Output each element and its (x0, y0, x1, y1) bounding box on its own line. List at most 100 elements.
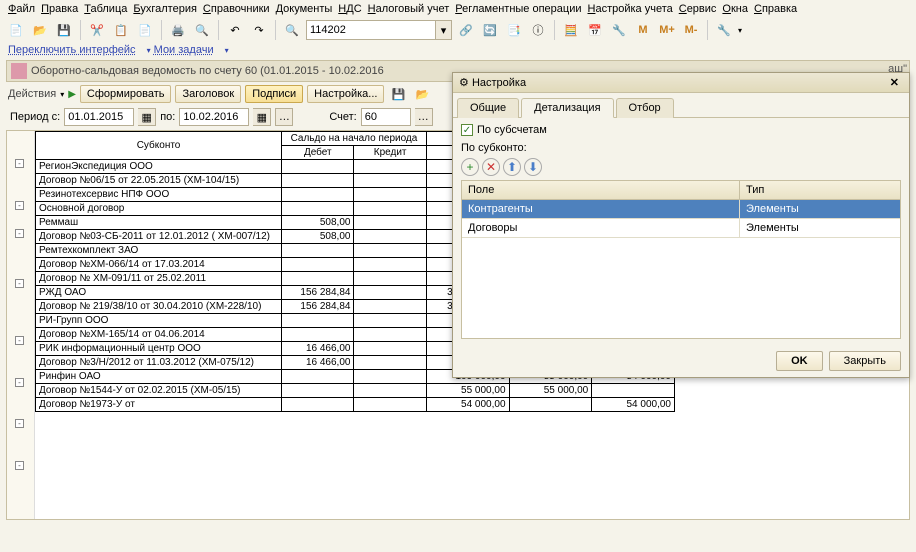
settings-button[interactable]: Настройка... (307, 85, 384, 103)
collapse-node-icon[interactable]: - (15, 419, 24, 428)
cell-credit (354, 286, 426, 300)
cell-subconto: Договор №1973-У от (36, 398, 282, 412)
menu-edit[interactable]: Правка (41, 3, 78, 15)
account-pick-icon[interactable]: … (415, 108, 433, 126)
collapse-node-icon[interactable]: - (15, 279, 24, 288)
print-icon[interactable]: 🖨️ (168, 20, 188, 40)
menu-vat[interactable]: НДС (338, 3, 361, 15)
calc-icon[interactable]: 🧮 (561, 20, 581, 40)
restore-settings-icon[interactable]: 📂 (412, 85, 432, 103)
col-credit: Кредит (354, 146, 426, 160)
save-icon[interactable]: 💾 (54, 20, 74, 40)
panel-title-bar[interactable]: ⚙ Настройка ✕ (453, 73, 909, 93)
search-input[interactable] (306, 20, 436, 40)
collapse-node-icon[interactable]: - (15, 336, 24, 345)
info-icon[interactable]: ⓘ (528, 20, 548, 40)
period-from-input[interactable] (64, 108, 134, 126)
chevron-down-icon[interactable]: ▾ (738, 26, 742, 35)
close-icon[interactable]: ✕ (886, 76, 903, 89)
cell-turn-credit: 55 000,00 (509, 384, 592, 398)
cell-turn-credit (509, 398, 592, 412)
search-dropdown-icon[interactable]: ▾ (436, 20, 452, 40)
move-up-icon[interactable]: ⬆ (503, 158, 521, 176)
account-input[interactable] (361, 108, 411, 126)
tools-icon[interactable]: 🔧 (609, 20, 629, 40)
wrench-icon[interactable]: 🔧 (714, 20, 734, 40)
cut-icon[interactable]: ✂️ (87, 20, 107, 40)
signs-button[interactable]: Подписи (245, 85, 303, 103)
copy2-icon[interactable]: 📑 (504, 20, 524, 40)
mem-m[interactable]: M (633, 20, 653, 40)
menu-accounting[interactable]: Бухгалтерия (133, 3, 197, 15)
period-to-input[interactable] (179, 108, 249, 126)
menu-file[interactable]: Файл (8, 3, 35, 15)
search-icon[interactable]: 🔍 (282, 20, 302, 40)
copy-icon[interactable]: 📋 (111, 20, 131, 40)
new-icon[interactable]: 📄 (6, 20, 26, 40)
undo-icon[interactable]: ↶ (225, 20, 245, 40)
my-tasks-link[interactable]: Мои задачи (154, 44, 214, 56)
close-button[interactable]: Закрыть (829, 351, 901, 371)
menu-help[interactable]: Справка (754, 3, 797, 15)
collapse-node-icon[interactable]: - (15, 229, 24, 238)
menu-windows[interactable]: Окна (722, 3, 748, 15)
menu-table[interactable]: Таблица (84, 3, 127, 15)
chevron-down-icon[interactable]: ▾ (60, 90, 64, 99)
grid-row[interactable]: Договоры Элементы (462, 219, 900, 238)
mem-mplus[interactable]: M+ (657, 20, 677, 40)
switch-interface-link[interactable]: Переключить интерфейс (8, 44, 136, 56)
delete-icon[interactable]: ✕ (482, 158, 500, 176)
tab-filter[interactable]: Отбор (616, 98, 674, 118)
preview-icon[interactable]: 🔍 (192, 20, 212, 40)
menu-references[interactable]: Справочники (203, 3, 270, 15)
collapse-node-icon[interactable]: - (15, 159, 24, 168)
cell-debit (282, 188, 354, 202)
chevron-down-icon[interactable]: ▾ (147, 46, 151, 55)
grid-col-field[interactable]: Поле (462, 181, 740, 199)
cell-credit (354, 356, 426, 370)
mem-mminus[interactable]: M- (681, 20, 701, 40)
menu-account-setup[interactable]: Настройка учета (588, 3, 673, 15)
add-icon[interactable]: + (461, 158, 479, 176)
check-icon: ✓ (461, 124, 473, 136)
tab-general[interactable]: Общие (457, 98, 519, 118)
refresh-icon[interactable]: 🔄 (480, 20, 500, 40)
actions-menu[interactable]: Действия (8, 88, 56, 100)
save-settings-icon[interactable]: 💾 (388, 85, 408, 103)
redo-icon[interactable]: ↷ (249, 20, 269, 40)
menu-tax[interactable]: Налоговый учет (368, 3, 450, 15)
form-button[interactable]: Сформировать (80, 85, 172, 103)
period-to-label: по: (160, 111, 175, 123)
grid-row[interactable]: Контрагенты Элементы (462, 200, 900, 219)
subconto-toolbar: + ✕ ⬆ ⬇ (461, 158, 901, 176)
cell-subconto: РЖД ОАО (36, 286, 282, 300)
collapse-node-icon[interactable]: - (15, 201, 24, 210)
panel-footer: OK Закрыть (453, 345, 909, 377)
tab-detail[interactable]: Детализация (521, 98, 613, 118)
grid-cell-field: Договоры (462, 219, 740, 237)
collapse-node-icon[interactable]: - (15, 378, 24, 387)
menu-service[interactable]: Сервис (679, 3, 717, 15)
collapse-node-icon[interactable]: - (15, 461, 24, 470)
table-row[interactable]: Договор №1544-У от 02.02.2015 (ХМ-05/15)… (36, 384, 675, 398)
calendar-icon[interactable]: 📅 (585, 20, 605, 40)
subconto-grid: Поле Тип Контрагенты Элементы Договоры Э… (461, 180, 901, 339)
cell-subconto: Ринфин ОАО (36, 370, 282, 384)
outline-column[interactable]: - - - - - - - - (7, 131, 35, 519)
chevron-down-icon[interactable]: ▾ (225, 46, 229, 55)
chart-icon (11, 63, 27, 79)
open-icon[interactable]: 📂 (30, 20, 50, 40)
menu-regulatory[interactable]: Регламентные операции (455, 3, 581, 15)
paste-icon[interactable]: 📄 (135, 20, 155, 40)
by-subaccounts-checkbox[interactable]: ✓ По субсчетам (461, 124, 901, 136)
period-picker-icon[interactable]: … (275, 108, 293, 126)
menu-documents[interactable]: Документы (276, 3, 333, 15)
calendar-icon[interactable]: ▦ (253, 108, 271, 126)
link-icon[interactable]: 🔗 (456, 20, 476, 40)
calendar-icon[interactable]: ▦ (138, 108, 156, 126)
header-button[interactable]: Заголовок (175, 85, 241, 103)
move-down-icon[interactable]: ⬇ (524, 158, 542, 176)
table-row[interactable]: Договор №1973-У от54 000,0054 000,00 (36, 398, 675, 412)
ok-button[interactable]: OK (776, 351, 823, 371)
grid-col-type[interactable]: Тип (740, 181, 900, 199)
